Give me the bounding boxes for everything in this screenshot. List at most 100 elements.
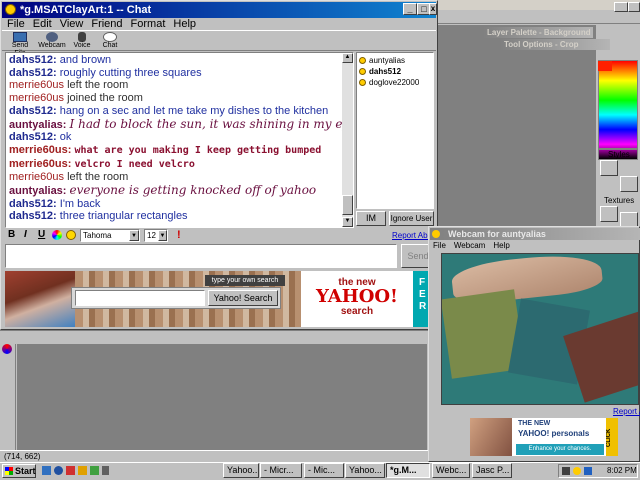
size-select-chevron-down-icon[interactable]: ▼ bbox=[158, 230, 167, 241]
user-name: doglove22000 bbox=[369, 78, 420, 87]
font-select[interactable]: Tahoma ▼ bbox=[80, 229, 140, 242]
styles-swatch-2[interactable] bbox=[620, 176, 638, 192]
color-wheel-icon[interactable] bbox=[2, 344, 12, 354]
webcam-titlebar[interactable]: Webcam for auntyalias bbox=[430, 228, 640, 240]
ad-search-input[interactable] bbox=[75, 290, 205, 306]
tray-network-icon[interactable] bbox=[584, 467, 592, 475]
menu-edit[interactable]: Edit bbox=[33, 18, 52, 30]
chat-message-nick[interactable]: merrie60us: bbox=[9, 144, 71, 156]
menu-format[interactable]: Format bbox=[131, 18, 166, 30]
paint-toolbar-strip bbox=[438, 10, 640, 24]
paint-close-button[interactable] bbox=[628, 2, 640, 12]
chat-window: *g.MSATClayArt:1 -- Chat _ □ x File Edit V… bbox=[0, 0, 438, 330]
webcam-button[interactable]: Webcam bbox=[38, 32, 66, 50]
scroll-up-button[interactable]: ▲ bbox=[342, 53, 353, 63]
message-input[interactable] bbox=[5, 244, 397, 268]
webcam-window: Webcam for auntyalias File Webcam Help Rep… bbox=[428, 226, 640, 462]
taskbar-button[interactable]: Webc... bbox=[432, 463, 470, 478]
voice-button[interactable]: Voice bbox=[70, 32, 94, 50]
paint-restore-button[interactable] bbox=[614, 2, 628, 12]
textures-label: Textures bbox=[604, 196, 635, 205]
personals-ad-photo bbox=[470, 418, 512, 456]
textures-swatch-1[interactable] bbox=[600, 206, 618, 222]
minimize-button[interactable]: _ bbox=[403, 3, 417, 15]
bold-button[interactable]: B bbox=[8, 229, 15, 240]
color-picker-icon[interactable] bbox=[52, 230, 62, 240]
chat-button[interactable]: Chat bbox=[98, 32, 122, 50]
font-select-chevron-down-icon[interactable]: ▼ bbox=[129, 230, 139, 241]
chat-bubble-icon bbox=[103, 32, 117, 42]
taskbar-button[interactable]: *g.M... bbox=[386, 463, 430, 478]
webcam-report-link[interactable]: Report Al bbox=[613, 407, 640, 416]
user-list[interactable]: auntyalias dahs512 doglove22000 bbox=[356, 52, 434, 209]
color-palette[interactable] bbox=[598, 60, 638, 160]
alert-icon[interactable]: ! bbox=[177, 229, 181, 241]
chat-message-nick[interactable]: dahs512: bbox=[9, 105, 57, 117]
report-abuse-link[interactable]: Report Abu bbox=[392, 231, 432, 240]
chat-titlebar[interactable]: *g.MSATClayArt:1 -- Chat bbox=[2, 2, 436, 18]
webcam-icon bbox=[46, 32, 58, 42]
im-button[interactable]: IM bbox=[356, 211, 386, 226]
size-select[interactable]: 12 ▼ bbox=[144, 229, 168, 242]
user-list-item[interactable]: dahs512 bbox=[359, 66, 431, 77]
quick-launch-icon-2[interactable] bbox=[54, 466, 63, 475]
quick-launch-icon-6[interactable] bbox=[102, 466, 109, 475]
user-list-item[interactable]: doglove22000 bbox=[359, 77, 431, 88]
ignore-user-button[interactable]: Ignore User bbox=[389, 211, 434, 226]
menu-view[interactable]: View bbox=[60, 18, 84, 30]
smiley-icon[interactable] bbox=[66, 230, 76, 240]
personals-ad[interactable]: THE NEW YAHOO! personals Enhance your ch… bbox=[469, 417, 619, 457]
menu-help[interactable]: Help bbox=[173, 18, 196, 30]
taskbar-button[interactable]: Jasc P... bbox=[472, 463, 512, 478]
chat-message-nick[interactable]: merrie60us bbox=[9, 171, 64, 183]
chat-message-nick[interactable]: dahs512: bbox=[9, 67, 57, 79]
webcam-menu-webcam[interactable]: Webcam bbox=[454, 241, 485, 250]
ad-search-tag: type your own search bbox=[205, 275, 285, 286]
chat-scrollbar[interactable]: ▲ ▼ bbox=[342, 53, 353, 227]
quick-launch-icon-1[interactable] bbox=[42, 466, 51, 475]
chat-message-nick[interactable]: dahs512: bbox=[9, 131, 57, 143]
start-button[interactable]: Start bbox=[2, 464, 36, 478]
menu-friend[interactable]: Friend bbox=[91, 18, 122, 30]
layer-palette-title[interactable]: Layer Palette - Background bbox=[483, 27, 593, 38]
italic-button[interactable]: I bbox=[24, 229, 27, 240]
taskbar-button[interactable]: - Mic... bbox=[304, 463, 344, 478]
styles-swatch-1[interactable] bbox=[600, 160, 618, 176]
chat-message: dahs512: I'm back bbox=[9, 198, 350, 211]
chat-message-nick[interactable]: merrie60us bbox=[9, 92, 64, 104]
taskbar-button[interactable]: Yahoo... bbox=[223, 463, 259, 478]
chat-message-nick[interactable]: dahs512: bbox=[9, 198, 57, 210]
webcam-menu-help[interactable]: Help bbox=[493, 241, 509, 250]
ad-search-button[interactable]: Yahoo! Search bbox=[208, 290, 278, 306]
quick-launch-icon-3[interactable] bbox=[66, 466, 75, 475]
underline-button[interactable]: U bbox=[38, 229, 45, 240]
menu-file[interactable]: File bbox=[7, 18, 25, 30]
scroll-down-button[interactable]: ▼ bbox=[342, 217, 353, 227]
chat-message-nick[interactable]: dahs512: bbox=[9, 210, 57, 222]
quick-launch-icon-5[interactable] bbox=[90, 466, 99, 475]
chat-message-nick[interactable]: auntyalias: bbox=[9, 119, 66, 131]
quick-launch-icon-4[interactable] bbox=[78, 466, 87, 475]
tray-messenger-icon[interactable] bbox=[573, 467, 581, 475]
tray-volume-icon[interactable] bbox=[562, 467, 570, 475]
chat-message-nick[interactable]: auntyalias: bbox=[9, 185, 66, 197]
user-list-item[interactable]: auntyalias bbox=[359, 55, 431, 66]
taskbar-button[interactable]: Yahoo... bbox=[345, 463, 385, 478]
taskbar-button[interactable]: - Micr... bbox=[260, 463, 302, 478]
voice-label: Voice bbox=[73, 42, 91, 49]
scroll-thumb[interactable] bbox=[342, 195, 353, 215]
webcam-menu-file[interactable]: File bbox=[433, 241, 446, 250]
foreground-color-swatch[interactable] bbox=[598, 61, 612, 71]
send-file-icon bbox=[13, 32, 27, 42]
ad-banner-search[interactable]: type your own search Yahoo! Search the n… bbox=[5, 271, 435, 327]
personals-ad-the-new: THE NEW bbox=[518, 420, 551, 427]
chat-menubar: File Edit View Friend Format Help bbox=[7, 18, 204, 30]
webcam-video-feed bbox=[441, 253, 639, 405]
chat-message: merrie60us left the room bbox=[9, 79, 350, 92]
close-button[interactable]: x bbox=[429, 3, 437, 15]
chat-message-nick[interactable]: dahs512: bbox=[9, 54, 57, 66]
chat-log[interactable]: dahs512: and brown dahs512: roughly cutti… bbox=[5, 52, 354, 228]
chat-message-nick[interactable]: merrie60us bbox=[9, 79, 64, 91]
chat-message-nick[interactable]: merrie60us: bbox=[9, 158, 71, 170]
tool-options-title[interactable]: Tool Options - Crop bbox=[500, 39, 610, 50]
